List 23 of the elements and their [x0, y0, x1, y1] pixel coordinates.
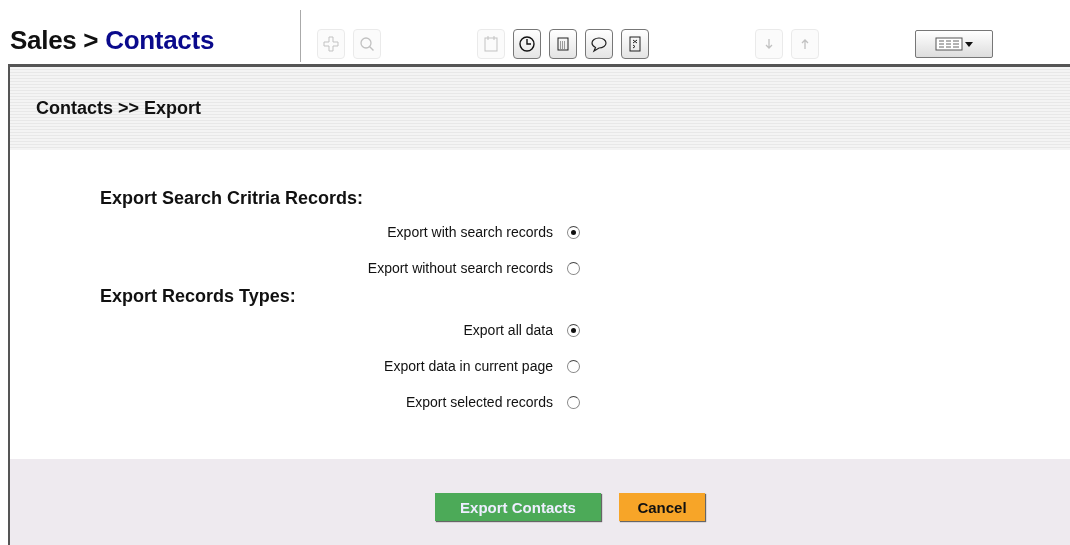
radio-button[interactable]	[567, 359, 580, 373]
caret-icon	[965, 41, 973, 47]
panel-title: Contacts >> Export	[36, 98, 202, 119]
section-heading: Export Records Types:	[100, 286, 297, 308]
page-title: Contacts	[105, 24, 215, 55]
radio-button[interactable]	[567, 395, 580, 409]
columns-icon	[935, 37, 963, 51]
option-label: Export data in current page	[384, 358, 553, 374]
notes-icon[interactable]	[621, 29, 649, 59]
radio-button[interactable]	[567, 225, 580, 239]
breadcrumb-section[interactable]: Sales >	[10, 24, 99, 55]
option-label: Export without search records	[367, 260, 553, 276]
radio-button[interactable]	[567, 323, 580, 337]
option-label: Export all data	[463, 322, 553, 338]
calculator-icon[interactable]	[549, 29, 577, 59]
column-view-dropdown[interactable]	[915, 30, 993, 58]
radio-button[interactable]	[567, 261, 580, 275]
section-heading: Export Search Critria Records:	[100, 188, 365, 210]
cancel-button[interactable]: Cancel	[619, 493, 705, 521]
option-label: Export selected records	[405, 394, 553, 410]
speech-bubble-icon[interactable]	[585, 29, 613, 59]
option-label: Export with search records	[387, 224, 553, 240]
clock-icon[interactable]	[513, 29, 541, 59]
